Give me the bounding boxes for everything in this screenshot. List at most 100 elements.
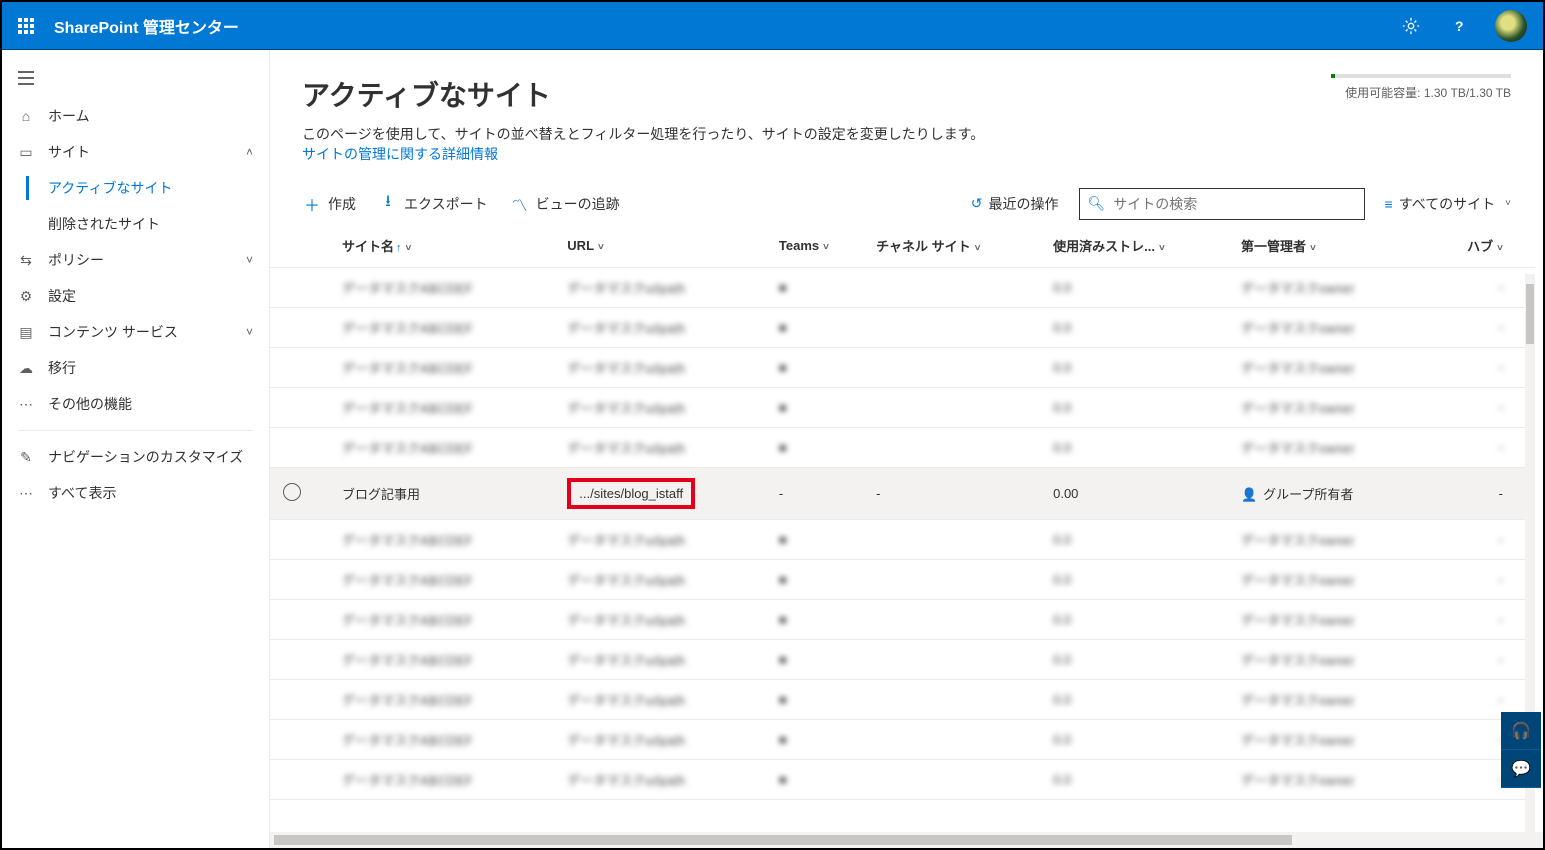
search-input[interactable] (1113, 196, 1355, 212)
cell-admin: 👤グループ所有者 (1233, 468, 1423, 520)
ellipsis-icon: ⋯ (18, 485, 34, 501)
storage-info: 使用可能容量: 1.30 TB/1.30 TB (1311, 74, 1511, 101)
storage-label: 使用可能容量: 1.30 TB/1.30 TB (1345, 86, 1511, 100)
cell-channel: - (868, 468, 1045, 520)
track-view-button[interactable]: 〽ビューの追跡 (510, 186, 622, 222)
more-icon: ⋯ (18, 396, 34, 412)
col-name[interactable]: サイト名↑˅ (314, 224, 559, 268)
nav-deleted-sites[interactable]: 削除されたサイト (2, 206, 269, 242)
home-icon: ⌂ (18, 108, 34, 124)
nav-settings[interactable]: ⚙ 設定 (2, 278, 269, 314)
edit-icon: ✎ (18, 449, 34, 465)
chart-icon: 〽 (512, 192, 528, 216)
nav-label: 移行 (48, 358, 76, 378)
table-row[interactable]: データマスクABCDEFデータマスクurlpath■ 0.0データマスクowne… (270, 680, 1535, 720)
settings-gear-icon[interactable] (1391, 2, 1431, 50)
horizontal-scrollbar[interactable] (270, 832, 1543, 848)
table-row[interactable]: データマスクABCDEFデータマスクurlpath■ 0.0データマスクowne… (270, 268, 1535, 308)
nav-other-features[interactable]: ⋯その他の機能 (2, 386, 269, 422)
person-icon: 👤 (1241, 487, 1257, 502)
feedback-chat-icon[interactable]: 💬 (1501, 750, 1541, 788)
nav-migration[interactable]: ☁ 移行 (2, 350, 269, 386)
hamburger-icon[interactable] (2, 58, 50, 98)
list-icon: ≡ (1385, 196, 1393, 212)
table-row[interactable]: データマスクABCDEFデータマスクurlpath■ 0.0データマスクowne… (270, 720, 1535, 760)
create-button[interactable]: ＋作成 (302, 186, 358, 222)
plus-icon: ＋ (304, 192, 320, 216)
cell-hub: - (1423, 468, 1535, 520)
row-select-circle[interactable] (283, 483, 301, 501)
nav-label: サイト (48, 142, 90, 162)
page-title: アクティブなサイト (302, 74, 984, 114)
feedback-headset-icon[interactable]: 🎧 (1501, 712, 1541, 750)
cell-teams: - (771, 468, 868, 520)
recent-operations[interactable]: ↺最近の操作 (971, 194, 1059, 214)
table-row[interactable]: データマスクABCDEFデータマスクurlpath■ 0.0データマスクowne… (270, 348, 1535, 388)
feedback-buttons: 🎧 💬 (1501, 712, 1541, 788)
sites-table: サイト名↑˅ URL˅ Teams˅ チャネル サイト˅ 使用済みストレ...˅… (270, 224, 1535, 800)
content-icon: ▤ (18, 324, 34, 340)
nav-active-sites[interactable]: アクティブなサイト (2, 170, 269, 206)
table-row-highlighted[interactable]: ブログ記事用.../sites/blog_istaff--0.00👤グループ所有… (270, 468, 1535, 520)
command-bar: ＋作成 ⭳エクスポート 〽ビューの追跡 ↺最近の操作 🔍︎ ≡すべてのサイト˅ (270, 176, 1543, 224)
chevron-down-icon: ˅ (246, 325, 253, 339)
export-button[interactable]: ⭳エクスポート (378, 184, 490, 223)
table-row[interactable]: データマスクABCDEFデータマスクurlpath■ 0.0データマスクowne… (270, 520, 1535, 560)
table-row[interactable]: データマスクABCDEFデータマスクurlpath■ 0.0データマスクowne… (270, 640, 1535, 680)
cell-site-name[interactable]: ブログ記事用 (342, 487, 420, 502)
learn-more-link[interactable]: サイトの管理に関する詳細情報 (302, 146, 498, 162)
col-admin[interactable]: 第一管理者˅ (1233, 224, 1423, 268)
nav-label: ナビゲーションのカスタマイズ (48, 447, 243, 467)
nav-label: ホーム (48, 106, 90, 126)
user-avatar[interactable] (1495, 10, 1527, 42)
nav-customize[interactable]: ✎ ナビゲーションのカスタマイズ (2, 439, 269, 475)
chevron-down-icon: ˅ (1505, 198, 1511, 209)
top-header: SharePoint 管理センター ? (2, 2, 1543, 50)
table-row[interactable]: データマスクABCDEFデータマスクurlpath■ 0.0データマスクowne… (270, 428, 1535, 468)
app-launcher-icon[interactable] (10, 10, 42, 42)
table-row[interactable]: データマスクABCDEFデータマスクurlpath■ 0.0データマスクowne… (270, 560, 1535, 600)
history-icon: ↺ (971, 195, 983, 212)
sidebar: ⌂ホーム ▭サイト˄ アクティブなサイト 削除されたサイト ⇆ポリシー˅ ⚙設定… (2, 50, 270, 848)
svg-text:?: ? (1455, 18, 1464, 34)
table-row[interactable]: データマスクABCDEFデータマスクurlpath■ 0.0データマスクowne… (270, 600, 1535, 640)
nav-home[interactable]: ⌂ ホーム (2, 98, 269, 134)
table-row[interactable]: データマスクABCDEFデータマスクurlpath■ 0.0データマスクowne… (270, 308, 1535, 348)
nav-label: コンテンツ サービス (48, 322, 178, 342)
nav-separator (18, 430, 253, 431)
gear-icon: ⚙ (18, 288, 34, 304)
policies-icon: ⇆ (18, 252, 34, 268)
brand-title[interactable]: SharePoint 管理センター (54, 14, 239, 38)
nav-label: 設定 (48, 286, 76, 306)
table-row[interactable]: データマスクABCDEFデータマスクurlpath■ 0.0データマスクowne… (270, 388, 1535, 428)
col-hub[interactable]: ハブ˅ (1423, 224, 1535, 268)
content-area: アクティブなサイト このページを使用して、サイトの並べ替えとフィルター処理を行っ… (270, 50, 1543, 848)
search-icon: 🔍︎ (1088, 195, 1106, 212)
nav-content-services[interactable]: ▤ コンテンツ サービス ˅ (2, 314, 269, 350)
cell-storage: 0.00 (1045, 468, 1233, 520)
col-select[interactable] (270, 224, 314, 268)
col-storage[interactable]: 使用済みストレ...˅ (1045, 224, 1233, 268)
storage-bar (1331, 74, 1511, 78)
nav-label: アクティブなサイト (48, 178, 172, 198)
col-teams[interactable]: Teams˅ (771, 224, 868, 268)
sites-table-wrap: サイト名↑˅ URL˅ Teams˅ チャネル サイト˅ 使用済みストレ...˅… (270, 224, 1535, 832)
chevron-down-icon: ˅ (246, 253, 253, 267)
nav-label: すべて表示 (48, 483, 116, 503)
chevron-up-icon: ˄ (246, 145, 253, 159)
page-description: このページを使用して、サイトの並べ替えとフィルター処理を行ったり、サイトの設定を… (302, 124, 984, 164)
nav-show-all[interactable]: ⋯ すべて表示 (2, 475, 269, 511)
nav-policies[interactable]: ⇆ ポリシー ˅ (2, 242, 269, 278)
site-search[interactable]: 🔍︎ (1079, 188, 1365, 220)
migration-icon: ☁ (18, 360, 34, 376)
nav-label: ポリシー (48, 250, 104, 270)
cell-url-highlighted[interactable]: .../sites/blog_istaff (567, 478, 695, 509)
download-icon: ⭳ (380, 190, 396, 217)
col-url[interactable]: URL˅ (559, 224, 771, 268)
help-icon[interactable]: ? (1439, 2, 1479, 50)
col-channel[interactable]: チャネル サイト˅ (868, 224, 1045, 268)
nav-sites[interactable]: ▭サイト˄ (2, 134, 269, 170)
table-row[interactable]: データマスクABCDEFデータマスクurlpath■ 0.0データマスクowne… (270, 760, 1535, 800)
view-selector[interactable]: ≡すべてのサイト˅ (1385, 194, 1511, 214)
nav-label: 削除されたサイト (48, 214, 160, 234)
